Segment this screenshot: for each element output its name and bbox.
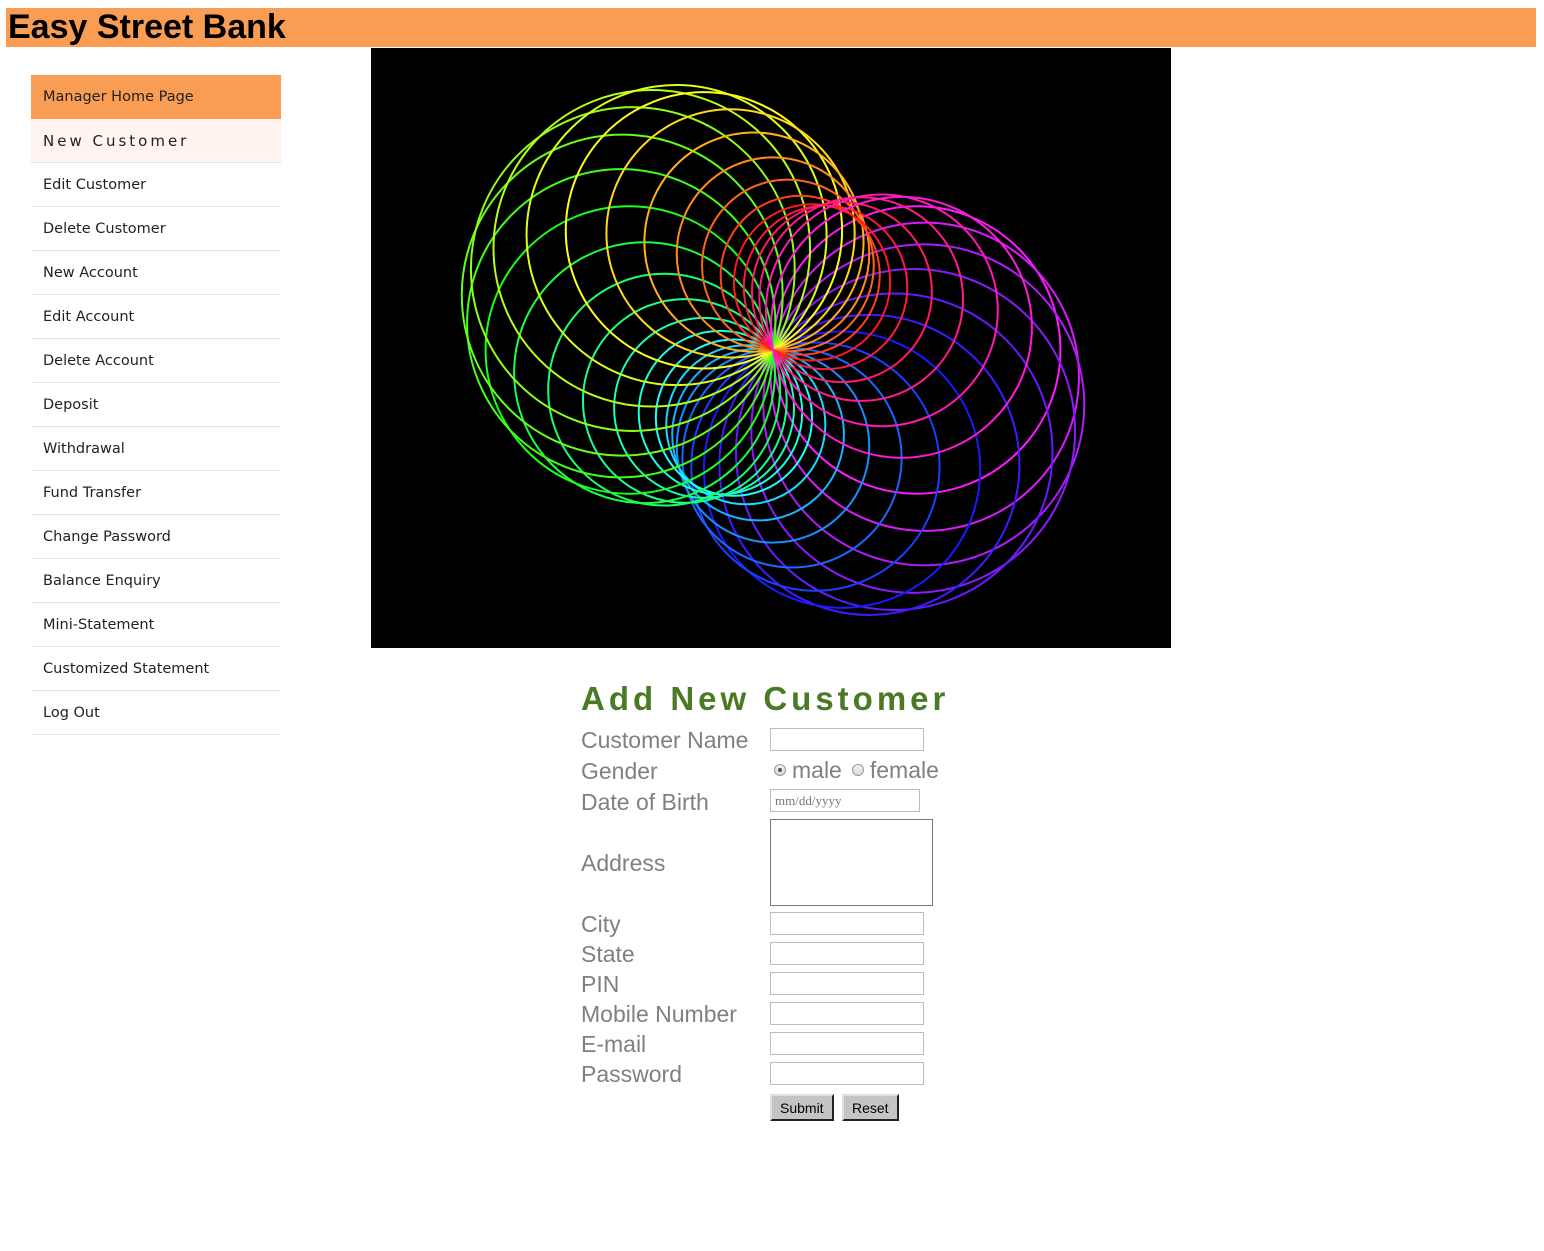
sidebar-item-deposit[interactable]: Deposit	[31, 383, 281, 427]
dob-input[interactable]	[770, 789, 920, 812]
gender-female-radio[interactable]	[851, 764, 864, 776]
site-header: Easy Street Bank	[6, 8, 1536, 47]
gender-male-radio[interactable]	[774, 764, 786, 776]
sidebar-item-customized-statement[interactable]: Customized Statement	[31, 647, 281, 691]
sidebar-item-fund-transfer[interactable]: Fund Transfer	[31, 471, 281, 515]
reset-button[interactable]: Reset	[842, 1094, 899, 1121]
sidebar-item-balance-enquiry[interactable]: Balance Enquiry	[31, 559, 281, 603]
sidebar-item-mini-statement[interactable]: Mini-Statement	[31, 603, 281, 647]
spiro-ring	[605, 108, 856, 359]
mobile-label: Mobile Number	[581, 1001, 737, 1027]
spiro-ring	[654, 338, 814, 497]
sidebar-item-manager-home[interactable]: Manager Home Page	[31, 75, 281, 119]
dob-label: Date of Birth	[581, 789, 709, 815]
gender-radio-group: male female	[774, 757, 949, 783]
city-input[interactable]	[770, 912, 924, 935]
customer-name-label: Customer Name	[581, 727, 749, 753]
sidebar-item-new-customer[interactable]: New Customer	[31, 119, 281, 163]
sidebar-menu: Manager Home Page New Customer Edit Cust…	[31, 75, 281, 735]
address-textarea[interactable]	[770, 819, 933, 906]
sidebar-item-edit-customer[interactable]: Edit Customer	[31, 163, 281, 207]
password-label: Password	[581, 1061, 682, 1087]
sidebar-item-new-account[interactable]: New Account	[31, 251, 281, 295]
spiro-ring	[671, 347, 845, 522]
pin-input[interactable]	[770, 972, 924, 995]
spiro-ring	[732, 203, 892, 362]
gender-label: Gender	[581, 758, 658, 784]
city-label: City	[581, 911, 621, 937]
submit-button[interactable]: Submit	[770, 1094, 834, 1121]
password-input[interactable]	[770, 1062, 924, 1085]
banner-image	[371, 48, 1171, 648]
customer-name-input[interactable]	[770, 728, 924, 751]
site-title: Easy Street Bank	[8, 8, 286, 46]
gender-female-label: female	[869, 756, 939, 783]
pin-label: PIN	[581, 971, 620, 997]
state-input[interactable]	[770, 942, 924, 965]
address-label: Address	[581, 850, 666, 876]
email-input[interactable]	[770, 1032, 924, 1055]
sidebar-item-change-password[interactable]: Change Password	[31, 515, 281, 559]
spiro-ring	[690, 341, 941, 592]
spiro-ring	[701, 178, 875, 353]
sidebar-item-edit-account[interactable]: Edit Account	[31, 295, 281, 339]
state-label: State	[581, 941, 635, 967]
sidebar-item-withdrawal[interactable]: Withdrawal	[31, 427, 281, 471]
sidebar-item-delete-customer[interactable]: Delete Customer	[31, 207, 281, 251]
sidebar-item-delete-account[interactable]: Delete Account	[31, 339, 281, 383]
gender-male-label: male	[792, 756, 842, 783]
email-label: E-mail	[581, 1031, 647, 1057]
spirograph-graphic	[460, 84, 1086, 616]
mobile-input[interactable]	[770, 1002, 924, 1025]
sidebar-item-log-out[interactable]: Log Out	[31, 691, 281, 735]
form-title: Add New Customer	[581, 680, 950, 717]
